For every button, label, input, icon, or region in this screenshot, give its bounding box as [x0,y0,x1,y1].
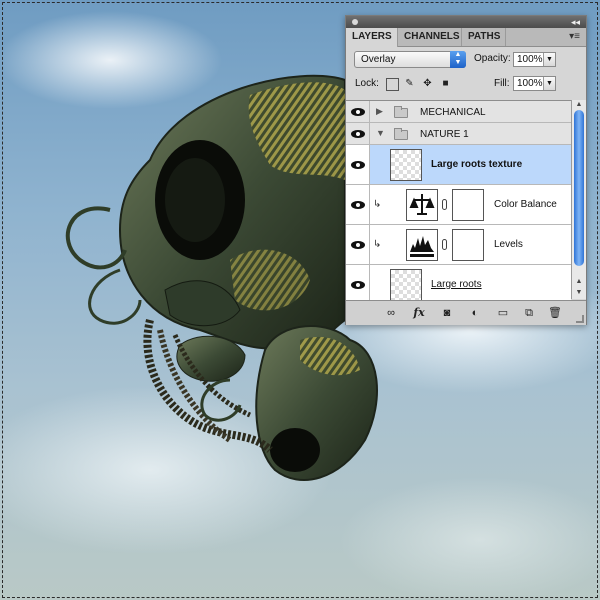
fx-icon[interactable]: fx [412,306,426,320]
link-icon[interactable]: ∞ [384,306,398,320]
dropdown-arrow-icon[interactable]: ▼ [543,77,555,90]
scroll-up-icon[interactable]: ▲ [572,277,586,287]
folder-icon [394,128,408,140]
layer-mask-thumbnail [452,189,484,221]
visibility-eye-icon[interactable] [351,108,365,116]
fill-field[interactable]: 100% ▼ [513,76,556,91]
layer-name: Color Balance [494,199,557,210]
scrollbar-thumb[interactable] [574,110,584,266]
trash-icon[interactable]: 🗑 [548,306,562,320]
expand-triangle-icon[interactable]: ▶ [376,106,383,117]
opacity-value: 100% [517,54,543,65]
fill-label: Fill: [494,78,510,89]
panel-menu-icon[interactable]: ▾≡ [569,28,580,46]
collapse-icon[interactable]: ◂◂ [571,16,580,28]
levels-icon [406,229,438,261]
opacity-label: Opacity: [474,53,511,64]
select-stepper-icon: ▲ ▼ [450,51,466,68]
layers-list: ▶ MECHANICAL ▼ NATURE 1 Large roots text… [346,100,571,300]
adjustment-icon[interactable]: ◐ [468,306,482,320]
clipping-arrow-icon: ↳ [373,239,382,250]
scroll-up-icon[interactable]: ▲ [572,100,586,110]
layer-large-roots-texture[interactable]: Large roots texture [346,145,571,185]
tab-layers[interactable]: LAYERS [346,28,398,47]
layer-group-mechanical[interactable]: ▶ MECHANICAL [346,101,571,123]
lock-transparency-icon[interactable] [386,78,399,91]
close-icon[interactable] [352,19,358,25]
layers-panel: ◂◂ LAYERS CHANNELS PATHS ▾≡ Overlay ▲ ▼ O… [345,15,587,325]
new-layer-icon[interactable]: ⧉ [522,306,536,320]
lock-move-icon[interactable]: ✥ [422,78,433,89]
panel-tabs: LAYERS CHANNELS PATHS ▾≡ [346,28,586,47]
blend-mode-value: Overlay [361,54,396,65]
layer-name: MECHANICAL [420,107,486,118]
dropdown-arrow-icon[interactable]: ▼ [543,53,555,66]
layer-levels[interactable]: ↳ Levels [346,225,571,265]
fill-value: 100% [517,78,543,89]
layer-group-nature-1[interactable]: ▼ NATURE 1 [346,123,571,145]
visibility-eye-icon[interactable] [351,201,365,209]
panel-footer: ∞ fx ◙ ◐ ▭ ⧉ 🗑 [346,300,586,325]
folder-icon [394,106,408,118]
lock-label: Lock: [355,78,379,89]
layer-name: Levels [494,239,523,250]
layers-scrollbar[interactable]: ▲ ▲ ▼ [571,100,586,299]
layer-name: Large roots [431,279,482,290]
mask-icon[interactable]: ◙ [440,306,454,320]
tab-channels[interactable]: CHANNELS [398,28,462,46]
collapse-triangle-icon[interactable]: ▼ [376,128,385,138]
mask-link-icon[interactable] [442,239,447,250]
visibility-eye-icon[interactable] [351,130,365,138]
visibility-eye-icon[interactable] [351,161,365,169]
blend-mode-select[interactable]: Overlay ▲ ▼ [354,51,466,68]
layer-thumbnail [390,269,422,300]
tab-paths[interactable]: PATHS [462,28,506,46]
layer-name: NATURE 1 [420,129,469,140]
visibility-eye-icon[interactable] [351,241,365,249]
layer-large-roots[interactable]: Large roots [346,265,571,300]
panel-titlebar[interactable]: ◂◂ [346,16,586,28]
opacity-field[interactable]: 100% ▼ [513,52,556,67]
scroll-down-icon[interactable]: ▼ [572,288,586,298]
clipping-arrow-icon: ↳ [373,199,382,210]
color-balance-icon [406,189,438,221]
lock-paint-icon[interactable]: ✎ [404,78,415,89]
mask-link-icon[interactable] [442,199,447,210]
layer-mask-thumbnail [452,229,484,261]
new-group-icon[interactable]: ▭ [496,306,510,320]
lock-all-icon[interactable]: ■ [440,78,451,89]
layer-color-balance[interactable]: ↳ Color Balance [346,185,571,225]
visibility-eye-icon[interactable] [351,281,365,289]
layer-name: Large roots texture [431,159,523,170]
resize-grip-icon[interactable] [576,315,584,323]
layer-thumbnail [390,149,422,181]
